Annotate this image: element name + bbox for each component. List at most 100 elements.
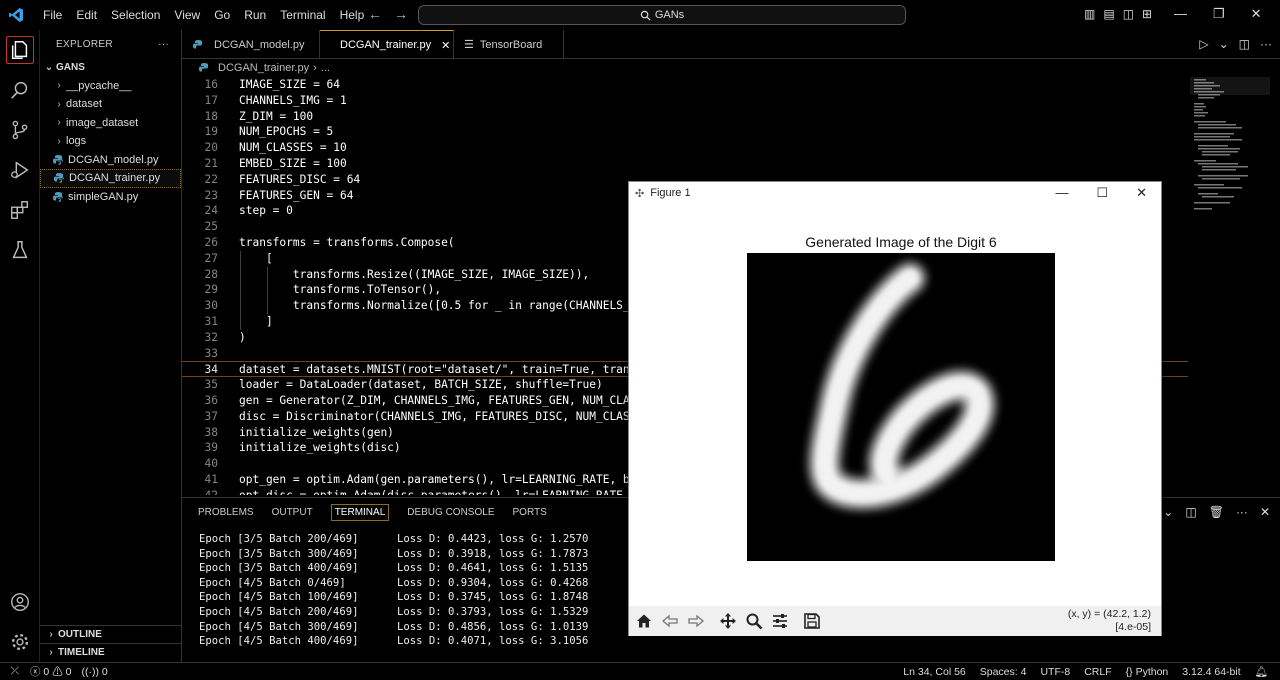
- problems-status[interactable]: ⓧ 0 ⚠ 0: [30, 664, 71, 679]
- ports-status[interactable]: ((·)) 0: [81, 666, 107, 678]
- outline-label: OUTLINE: [58, 629, 102, 640]
- figure-maximize-icon[interactable]: ☐: [1096, 185, 1108, 201]
- breadcrumb-symbol[interactable]: ...: [321, 62, 330, 74]
- indent-guide: [240, 313, 241, 330]
- back-arrow-icon[interactable]: ←: [368, 6, 382, 22]
- menu-edit[interactable]: Edit: [69, 8, 104, 22]
- run-dropdown-chevron-icon[interactable]: ⌄: [1219, 37, 1229, 51]
- extensions-icon[interactable]: [6, 196, 34, 224]
- terminal-output[interactable]: Epoch [3/5 Batch 200/469] Loss D: 0.4423,…: [199, 532, 629, 649]
- save-figure-icon[interactable]: [801, 610, 823, 632]
- tree-folder-image-dataset[interactable]: › image_dataset: [40, 114, 181, 133]
- code-text: transforms.Resize((IMAGE_SIZE, IMAGE_SIZ…: [239, 267, 590, 281]
- tree-file-dcgan-model[interactable]: DCGAN_model.py: [40, 151, 181, 170]
- run-debug-icon[interactable]: [6, 156, 34, 184]
- home-icon[interactable]: [633, 610, 655, 632]
- tab-dcgan-model[interactable]: DCGAN_model.py: [182, 30, 320, 59]
- customize-layout-icon[interactable]: ⊞: [1142, 7, 1152, 21]
- tree-folder-logs[interactable]: › logs: [40, 132, 181, 151]
- tree-folder-dataset[interactable]: › dataset: [40, 95, 181, 114]
- menu-selection[interactable]: Selection: [104, 8, 167, 22]
- line-number: 24: [204, 204, 218, 218]
- explorer-icon[interactable]: [6, 36, 34, 64]
- split-terminal-icon[interactable]: ◫: [1185, 505, 1196, 519]
- breadcrumb-file[interactable]: DCGAN_trainer.py: [218, 62, 309, 74]
- menu-view[interactable]: View: [167, 8, 207, 22]
- more-actions-icon[interactable]: ···: [1260, 37, 1272, 51]
- command-center-search[interactable]: GANs: [418, 5, 906, 25]
- indent-guide: [240, 250, 241, 267]
- plot-title: Generated Image of the Digit 6: [805, 234, 997, 250]
- code-line[interactable]: 16 IMAGE_SIZE = 64: [182, 77, 1188, 93]
- menu-terminal[interactable]: Terminal: [273, 8, 332, 22]
- pan-move-icon[interactable]: [717, 610, 739, 632]
- workspace-root-label: GANS: [56, 61, 85, 73]
- remote-indicator-icon[interactable]: ⤫: [0, 665, 30, 678]
- toggle-panel-icon[interactable]: ▤: [1103, 7, 1114, 21]
- code-line[interactable]: 21 EMBED_SIZE = 100: [182, 156, 1188, 172]
- code-text: transforms = transforms.Compose(: [239, 235, 455, 249]
- forward-arrow-icon[interactable]: [685, 610, 707, 632]
- kill-terminal-trash-icon[interactable]: 🗑: [1209, 505, 1224, 519]
- tree-file-dcgan-trainer[interactable]: DCGAN_trainer.py: [40, 169, 181, 188]
- epoch-text: Epoch [4/5 Batch 300/469]: [199, 620, 359, 633]
- figure-minimize-icon[interactable]: —: [1055, 185, 1068, 201]
- loss-text: Loss D: 0.3793, loss G: 1.5329: [397, 605, 589, 618]
- restore-window-icon[interactable]: ❐: [1213, 6, 1225, 22]
- language-mode[interactable]: {} Python: [1126, 666, 1169, 678]
- run-python-file-icon[interactable]: ▷: [1199, 37, 1208, 51]
- accounts-icon[interactable]: [6, 588, 34, 616]
- outline-section-header[interactable]: › OUTLINE: [40, 625, 181, 643]
- testing-flask-icon[interactable]: [6, 236, 34, 264]
- cursor-position[interactable]: Ln 34, Col 56: [903, 666, 965, 678]
- configure-subplots-icon[interactable]: [769, 610, 791, 632]
- panel-more-actions-icon[interactable]: ···: [1236, 505, 1248, 519]
- menu-run[interactable]: Run: [237, 8, 273, 22]
- zoom-magnifier-icon[interactable]: [743, 610, 765, 632]
- code-text: NUM_EPOCHS = 5: [239, 125, 334, 139]
- workspace-root[interactable]: ⌄ GANS: [40, 58, 181, 77]
- tab-dcgan-trainer[interactable]: DCGAN_trainer.py ✕: [320, 30, 454, 59]
- tab-output[interactable]: OUTPUT: [272, 507, 313, 518]
- tab-problems[interactable]: PROBLEMS: [198, 507, 254, 518]
- explorer-more-actions[interactable]: ···: [158, 39, 169, 50]
- epoch-text: Epoch [3/5 Batch 300/469]: [199, 547, 359, 560]
- code-text: NUM_CLASSES = 10: [239, 141, 347, 155]
- menu-file[interactable]: File: [36, 8, 69, 22]
- manage-gear-icon[interactable]: [6, 628, 34, 656]
- back-arrow-icon[interactable]: [659, 610, 681, 632]
- python-interpreter[interactable]: 3.12.4 64-bit: [1182, 666, 1240, 678]
- code-line[interactable]: 18 Z_DIM = 100: [182, 109, 1188, 125]
- code-line[interactable]: 17 CHANNELS_IMG = 1: [182, 93, 1188, 109]
- tab-terminal[interactable]: TERMINAL: [330, 503, 390, 521]
- end-of-line[interactable]: CRLF: [1084, 666, 1111, 678]
- toggle-primary-sidebar-icon[interactable]: ▥: [1084, 7, 1095, 21]
- close-window-icon[interactable]: ✕: [1251, 6, 1262, 22]
- search-icon[interactable]: [6, 76, 34, 104]
- encoding[interactable]: UTF-8: [1040, 666, 1070, 678]
- close-tab-icon[interactable]: ✕: [441, 39, 450, 52]
- tab-debug-console[interactable]: DEBUG CONSOLE: [407, 507, 494, 518]
- forward-arrow-icon[interactable]: →: [394, 6, 408, 22]
- close-panel-icon[interactable]: ✕: [1260, 505, 1270, 519]
- figure-close-icon[interactable]: ✕: [1136, 185, 1147, 201]
- toggle-secondary-sidebar-icon[interactable]: ◫: [1123, 7, 1134, 21]
- tree-item-label: DCGAN_trainer.py: [69, 172, 161, 185]
- code-line[interactable]: 19 NUM_EPOCHS = 5: [182, 124, 1188, 140]
- tab-tensorboard[interactable]: ☰ TensorBoard: [454, 30, 564, 59]
- code-line[interactable]: 20 NUM_CLASSES = 10: [182, 140, 1188, 156]
- menu-go[interactable]: Go: [207, 8, 237, 22]
- minimize-window-icon[interactable]: —: [1174, 6, 1187, 22]
- indentation[interactable]: Spaces: 4: [980, 666, 1027, 678]
- split-editor-icon[interactable]: ◫: [1239, 37, 1250, 51]
- terminal-dropdown-chevron-icon[interactable]: ⌄: [1163, 505, 1173, 519]
- minimap[interactable]: [1190, 77, 1270, 247]
- timeline-section-header[interactable]: › TIMELINE: [40, 643, 181, 661]
- tab-ports[interactable]: PORTS: [513, 507, 547, 518]
- menu-help[interactable]: Help: [333, 8, 372, 22]
- loss-text: Loss D: 0.3918, loss G: 1.7873: [397, 547, 589, 560]
- tree-folder-pycache[interactable]: › __pycache__: [40, 77, 181, 96]
- tree-file-simplegan[interactable]: simpleGAN.py: [40, 188, 181, 207]
- notifications-bell-icon[interactable]: 🔔︎: [1255, 665, 1268, 678]
- source-control-icon[interactable]: [6, 116, 34, 144]
